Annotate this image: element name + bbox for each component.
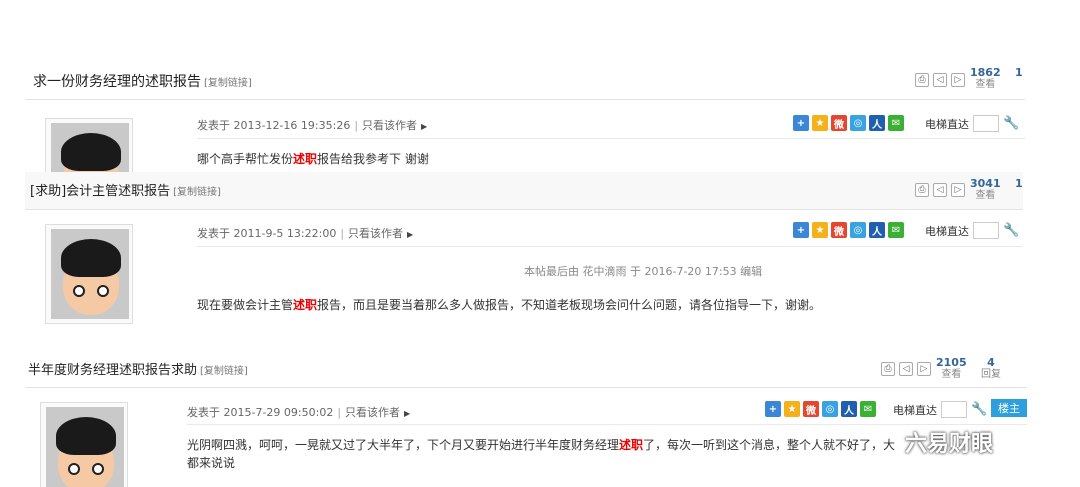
thread-panel-2: [求助]会计主管述职报告 [复制链接] ⎙ ◁ ▷ 3041 查看 1 发表于 2…	[25, 172, 1023, 324]
weibo-icon[interactable]: 微	[831, 222, 847, 238]
share-bar: + ★ 微 ◎ 人 ✉	[765, 401, 876, 417]
post-body: 现在要做会计主管述职报告，而且是要当着那么多人做报告，不知道老板现场会问什么问题…	[197, 298, 822, 312]
avatar[interactable]	[45, 224, 133, 324]
views-stat: 2105 查看	[936, 356, 967, 381]
renren-icon[interactable]: 人	[869, 115, 885, 131]
thread-panel-1: 求一份财务经理的述职报告 [复制链接] ⎙ ◁ ▷ 1862 查看 1 发表于 2…	[25, 60, 1025, 172]
post-date: 发表于 2011-9-5 13:22:00	[197, 227, 337, 240]
elevator-jump: 电梯直达 🔧	[925, 115, 1020, 132]
next-thread-icon[interactable]: ▷	[951, 73, 965, 87]
print-icon[interactable]: ⎙	[915, 183, 929, 197]
replies-stat: 4 回复	[981, 356, 1001, 381]
elevator-jump: 电梯直达 🔧	[893, 401, 988, 418]
print-icon[interactable]: ⎙	[915, 73, 929, 87]
plus-icon[interactable]: +	[793, 115, 809, 131]
wechat-icon[interactable]: ✉	[888, 222, 904, 238]
plus-icon[interactable]: +	[793, 222, 809, 238]
post-body: 哪个高手帮忙发份述职报告给我参考下 谢谢	[197, 152, 429, 166]
thread-title[interactable]: 求一份财务经理的述职报告 [复制链接]	[33, 71, 252, 91]
wrench-icon[interactable]: 🔧	[1003, 223, 1019, 238]
next-thread-icon[interactable]: ▷	[951, 183, 965, 197]
renren-icon[interactable]: 人	[841, 401, 857, 417]
elevator-input[interactable]	[973, 222, 999, 239]
wrench-icon[interactable]: 🔧	[1003, 116, 1019, 131]
weibo-icon[interactable]: 微	[831, 115, 847, 131]
wechat-icon[interactable]: ✉	[860, 401, 876, 417]
post-body-line2: 都来说说	[187, 456, 236, 470]
post-meta: 发表于 2011-9-5 13:22:00 | 只看该作者 ▶	[197, 227, 414, 240]
thread-header: [求助]会计主管述职报告 [复制链接] ⎙ ◁ ▷ 3041 查看 1	[25, 172, 1023, 210]
tencent-icon[interactable]: ◎	[850, 115, 866, 131]
elevator-input[interactable]	[941, 401, 967, 418]
author-only-link[interactable]: 只看该作者	[345, 406, 400, 419]
author-only-link[interactable]: 只看该作者	[348, 227, 403, 240]
copy-link[interactable]: [复制链接]	[204, 78, 252, 89]
post-date: 发表于 2015-7-29 09:50:02	[187, 406, 334, 419]
prev-thread-icon[interactable]: ◁	[933, 73, 947, 87]
qzone-icon[interactable]: ★	[784, 401, 800, 417]
post-meta: 发表于 2013-12-16 19:35:26 | 只看该作者 ▶	[197, 119, 428, 132]
avatar[interactable]	[40, 402, 128, 487]
copy-link[interactable]: [复制链接]	[173, 187, 221, 198]
renren-icon[interactable]: 人	[869, 222, 885, 238]
wechat-icon[interactable]: ✉	[888, 115, 904, 131]
prev-thread-icon[interactable]: ◁	[899, 362, 913, 376]
avatar[interactable]	[45, 118, 133, 172]
owner-badge[interactable]: 楼主	[991, 399, 1027, 417]
print-icon[interactable]: ⎙	[881, 362, 895, 376]
thread-header: 求一份财务经理的述职报告 [复制链接] ⎙ ◁ ▷ 1862 查看 1	[25, 60, 1025, 100]
author-only-link[interactable]: 只看该作者	[362, 119, 417, 132]
copy-link[interactable]: [复制链接]	[200, 366, 248, 377]
share-bar: + ★ 微 ◎ 人 ✉	[793, 222, 904, 238]
post-date: 发表于 2013-12-16 19:35:26	[197, 119, 351, 132]
qzone-icon[interactable]: ★	[812, 222, 828, 238]
elevator-input[interactable]	[973, 115, 999, 132]
thread-title[interactable]: 半年度财务经理述职报告求助 [复制链接]	[28, 359, 248, 378]
edited-note: 本帖最后由 花中滴雨 于 2016-7-20 17:53 编辑	[524, 265, 763, 278]
thread-title[interactable]: [求助]会计主管述职报告 [复制链接]	[30, 180, 221, 199]
weibo-icon[interactable]: 微	[803, 401, 819, 417]
views-stat: 3041 查看	[970, 177, 1001, 202]
thread-header: 半年度财务经理述职报告求助 [复制链接] ⎙ ◁ ▷ 2105 查看 4 回复	[25, 350, 1027, 388]
post-body: 光阴啊四溅，呵呵，一晃就又过了大半年了，下个月又要开始进行半年度财务经理述职了，…	[187, 438, 896, 452]
thread-panel-3: 半年度财务经理述职报告求助 [复制链接] ⎙ ◁ ▷ 2105 查看 4 回复 发…	[25, 350, 1027, 487]
post-meta: 发表于 2015-7-29 09:50:02 | 只看该作者 ▶	[187, 406, 411, 419]
replies-stat: 1	[1015, 177, 1023, 190]
tencent-icon[interactable]: ◎	[850, 222, 866, 238]
qzone-icon[interactable]: ★	[812, 115, 828, 131]
views-stat: 1862 查看	[970, 66, 1001, 91]
share-bar: + ★ 微 ◎ 人 ✉	[793, 115, 904, 131]
wrench-icon[interactable]: 🔧	[971, 402, 987, 417]
next-thread-icon[interactable]: ▷	[917, 362, 931, 376]
watermark-logo: 六易财眼	[905, 432, 994, 457]
tencent-icon[interactable]: ◎	[822, 401, 838, 417]
replies-stat: 1	[1015, 66, 1023, 79]
elevator-jump: 电梯直达 🔧	[925, 222, 1020, 239]
plus-icon[interactable]: +	[765, 401, 781, 417]
prev-thread-icon[interactable]: ◁	[933, 183, 947, 197]
